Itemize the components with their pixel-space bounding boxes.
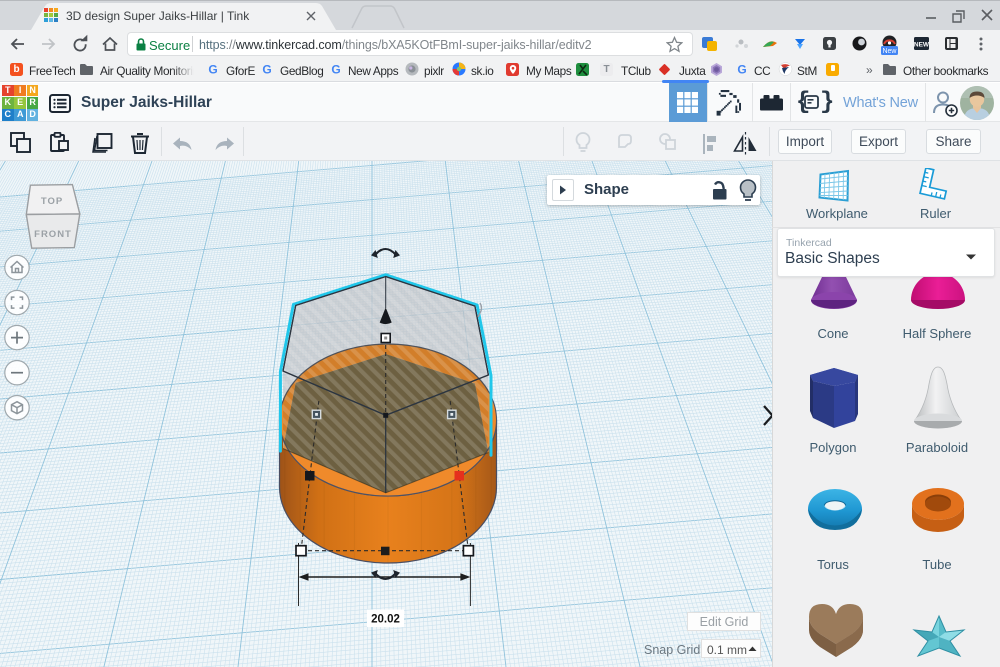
svg-text:New: New	[882, 48, 897, 55]
svg-text:20.02: 20.02	[371, 614, 400, 626]
svg-text:G: G	[262, 63, 271, 77]
svg-text:FRONT: FRONT	[34, 229, 72, 240]
svg-text:TOP: TOP	[41, 196, 63, 207]
svg-text:G: G	[331, 63, 340, 77]
svg-text:NEW: NEW	[914, 42, 930, 49]
svg-text:G: G	[737, 63, 746, 77]
svg-text:G: G	[208, 63, 217, 77]
